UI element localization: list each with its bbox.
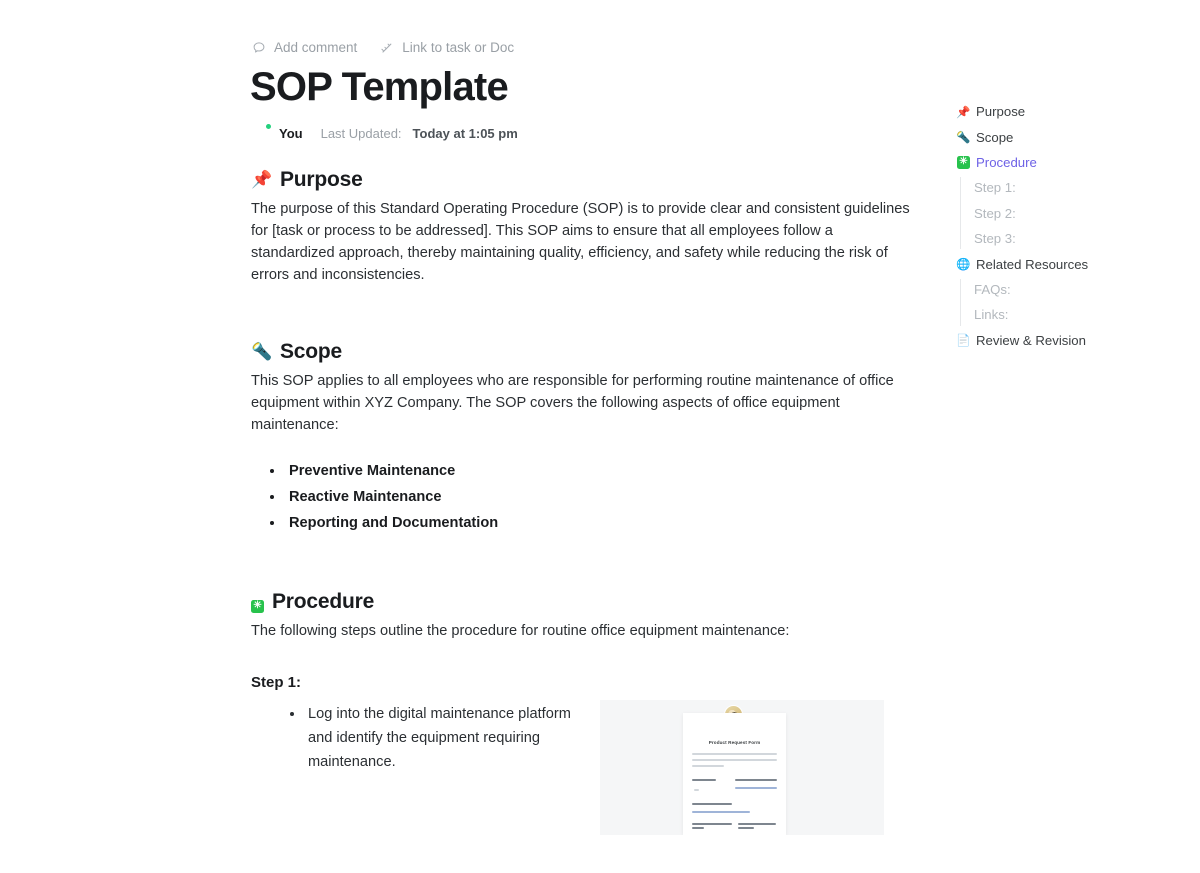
- table-of-contents: 📌 Purpose 🔦 Scope ✳ Procedure Step 1: St…: [957, 99, 1177, 353]
- pushpin-icon: 📌: [251, 171, 272, 188]
- toc-item-related-resources[interactable]: 🌐 Related Resources: [957, 251, 1177, 276]
- form-field-input: [694, 789, 699, 791]
- section-scope: 🔦 Scope This SOP applies to all employee…: [251, 338, 911, 536]
- purpose-paragraph: The purpose of this Standard Operating P…: [251, 198, 911, 286]
- form-text-line: [692, 759, 777, 761]
- comment-bubble-icon: [251, 41, 266, 56]
- form-field-label: [692, 823, 732, 825]
- form-field-label: [738, 827, 754, 829]
- list-item: Reporting and Documentation: [285, 510, 911, 536]
- form-field-label: [735, 779, 777, 781]
- form-field-label: [738, 823, 776, 825]
- scope-paragraph: This SOP applies to all employees who ar…: [251, 370, 911, 436]
- link-wand-icon: [379, 41, 394, 56]
- green-asterisk-icon: ✳: [957, 156, 970, 169]
- purpose-heading: 📌 Purpose: [251, 166, 911, 194]
- online-status-dot: [265, 123, 272, 130]
- toc-subitems-resources: FAQs: Links:: [957, 277, 1177, 328]
- form-field-label: [692, 779, 716, 781]
- globe-icon: 🌐: [957, 257, 970, 271]
- last-updated-value: Today at 1:05 pm: [413, 125, 518, 143]
- green-asterisk-icon: ✳: [251, 600, 264, 613]
- toc-item-label: Procedure: [976, 155, 1037, 170]
- purpose-heading-label: Purpose: [280, 166, 363, 194]
- document-body: 📌 Purpose The purpose of this Standard O…: [251, 166, 911, 774]
- step-1-bullet-list: Log into the digital maintenance platfor…: [251, 702, 581, 774]
- link-to-task-label: Link to task or Doc: [402, 39, 514, 57]
- doc-action-bar: Add comment Link to task or Doc: [251, 39, 514, 57]
- procedure-paragraph: The following steps outline the procedur…: [251, 620, 911, 642]
- form-text-line: [692, 753, 777, 755]
- list-item: Reactive Maintenance: [285, 484, 911, 510]
- flashlight-icon: 🔦: [251, 343, 272, 360]
- list-item: Log into the digital maintenance platfor…: [305, 702, 581, 774]
- pushpin-icon: 📌: [957, 105, 970, 119]
- toc-item-label: Scope: [976, 130, 1013, 145]
- form-field-label: [692, 803, 732, 805]
- form-field-options: [735, 787, 777, 789]
- scope-bullet-list: Preventive Maintenance Reactive Maintena…: [251, 458, 911, 536]
- procedure-heading-label: Procedure: [272, 588, 374, 616]
- toc-item-label: Related Resources: [976, 257, 1088, 272]
- document-page: Add comment Link to task or Doc SOP Temp…: [0, 0, 1200, 873]
- embedded-form-preview[interactable]: Product Request Form: [600, 700, 884, 835]
- toc-item-procedure[interactable]: ✳ Procedure: [957, 150, 1177, 175]
- toc-item-review-revision[interactable]: 📄 Review & Revision: [957, 328, 1177, 353]
- section-purpose: 📌 Purpose The purpose of this Standard O…: [251, 166, 911, 286]
- step-1-title: Step 1:: [251, 672, 911, 694]
- flashlight-icon: 🔦: [957, 130, 970, 144]
- form-field-label: [692, 827, 704, 829]
- page-title[interactable]: SOP Template: [250, 64, 508, 110]
- scope-heading-label: Scope: [280, 338, 342, 366]
- toc-item-label: Review & Revision: [976, 333, 1086, 348]
- link-to-task-button[interactable]: Link to task or Doc: [379, 39, 514, 57]
- add-comment-label: Add comment: [274, 39, 357, 57]
- form-preview-card: Product Request Form: [683, 713, 786, 835]
- form-field-options: [692, 811, 750, 813]
- scope-heading: 🔦 Scope: [251, 338, 911, 366]
- toc-item-scope[interactable]: 🔦 Scope: [957, 124, 1177, 149]
- author-name: You: [279, 125, 303, 143]
- form-title: Product Request Form: [683, 740, 786, 745]
- doc-byline: You Last Updated: Today at 1:05 pm: [251, 124, 518, 144]
- form-text-line: [692, 765, 724, 767]
- toc-item-purpose[interactable]: 📌 Purpose: [957, 99, 1177, 124]
- list-item: Preventive Maintenance: [285, 458, 911, 484]
- toc-subitem-faqs[interactable]: FAQs:: [957, 277, 1177, 302]
- toc-item-label: Purpose: [976, 104, 1025, 119]
- toc-subitem-step-3[interactable]: Step 3:: [957, 226, 1177, 251]
- toc-subitem-step-2[interactable]: Step 2:: [957, 201, 1177, 226]
- page-icon: 📄: [957, 333, 970, 347]
- toc-subitem-links[interactable]: Links:: [957, 302, 1177, 327]
- add-comment-button[interactable]: Add comment: [251, 39, 357, 57]
- toc-subitem-step-1[interactable]: Step 1:: [957, 175, 1177, 200]
- last-updated-label: Last Updated:: [321, 125, 402, 143]
- avatar[interactable]: [251, 124, 271, 144]
- procedure-heading: ✳ Procedure: [251, 588, 911, 616]
- toc-subitems-procedure: Step 1: Step 2: Step 3:: [957, 175, 1177, 251]
